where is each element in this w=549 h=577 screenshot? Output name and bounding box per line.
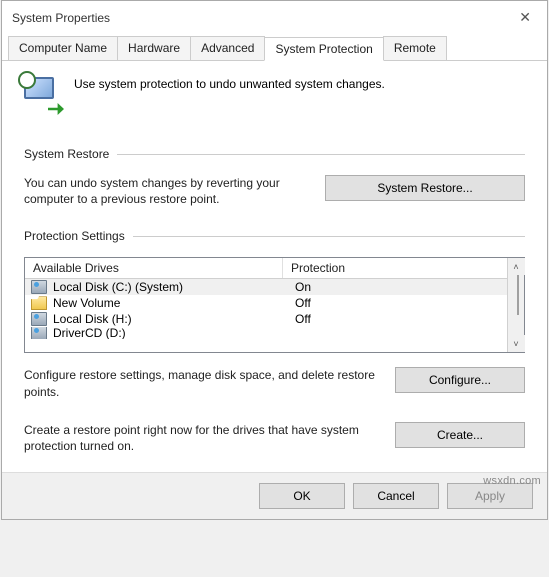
table-row[interactable]: New Volume Off <box>25 295 507 311</box>
tab-hardware[interactable]: Hardware <box>117 36 191 60</box>
dialog-footer: OK Cancel Apply <box>2 472 547 519</box>
tab-remote[interactable]: Remote <box>383 36 447 60</box>
system-protection-icon <box>24 77 60 113</box>
system-properties-window: System Properties ✕ Computer Name Hardwa… <box>1 0 548 520</box>
tab-computer-name[interactable]: Computer Name <box>8 36 118 60</box>
tab-content: Use system protection to undo unwanted s… <box>2 61 547 472</box>
configure-button[interactable]: Configure... <box>395 367 525 393</box>
table-row[interactable]: Local Disk (H:) Off <box>25 311 507 327</box>
tab-advanced[interactable]: Advanced <box>190 36 265 60</box>
system-restore-heading: System Restore <box>24 147 525 161</box>
titlebar: System Properties ✕ <box>2 1 547 34</box>
tab-system-protection[interactable]: System Protection <box>264 37 383 61</box>
drive-name: DriverCD (D:) <box>51 327 287 339</box>
configure-text: Configure restore settings, manage disk … <box>24 367 375 399</box>
col-available-drives[interactable]: Available Drives <box>25 258 283 278</box>
system-restore-button[interactable]: System Restore... <box>325 175 525 201</box>
tab-strip: Computer Name Hardware Advanced System P… <box>2 36 547 61</box>
table-row[interactable]: Local Disk (C:) (System) On <box>25 279 507 295</box>
disk-icon <box>31 280 47 294</box>
drive-protection: On <box>287 280 507 294</box>
close-icon[interactable]: ✕ <box>513 7 537 28</box>
scrollbar[interactable]: ˄ ˅ <box>507 258 524 352</box>
drive-name: New Volume <box>51 296 287 310</box>
cancel-button[interactable]: Cancel <box>353 483 439 509</box>
create-text: Create a restore point right now for the… <box>24 422 375 454</box>
drives-table: Available Drives Protection Local Disk (… <box>24 257 525 353</box>
intro-text: Use system protection to undo unwanted s… <box>74 77 385 91</box>
create-row: Create a restore point right now for the… <box>24 422 525 454</box>
table-row[interactable]: DriverCD (D:) <box>25 327 507 339</box>
drives-header: Available Drives Protection <box>25 258 507 279</box>
drive-protection: Off <box>287 296 507 310</box>
ok-button[interactable]: OK <box>259 483 345 509</box>
drive-name: Local Disk (C:) (System) <box>51 280 287 294</box>
system-restore-text: You can undo system changes by reverting… <box>24 175 305 207</box>
drive-protection: Off <box>287 312 507 326</box>
disk-icon <box>31 312 47 326</box>
system-restore-row: You can undo system changes by reverting… <box>24 175 525 207</box>
drive-name: Local Disk (H:) <box>51 312 287 326</box>
folder-icon <box>31 296 47 310</box>
col-protection[interactable]: Protection <box>283 258 507 278</box>
configure-row: Configure restore settings, manage disk … <box>24 367 525 399</box>
scroll-thumb[interactable] <box>517 275 519 315</box>
intro-row: Use system protection to undo unwanted s… <box>24 77 525 113</box>
create-button[interactable]: Create... <box>395 422 525 448</box>
window-title: System Properties <box>12 11 110 25</box>
watermark: wsxdn.com <box>483 475 541 487</box>
protection-settings-heading: Protection Settings <box>24 229 525 243</box>
scroll-up-icon[interactable]: ˄ <box>508 258 525 275</box>
disk-icon <box>31 327 47 339</box>
scroll-down-icon[interactable]: ˅ <box>508 335 525 352</box>
